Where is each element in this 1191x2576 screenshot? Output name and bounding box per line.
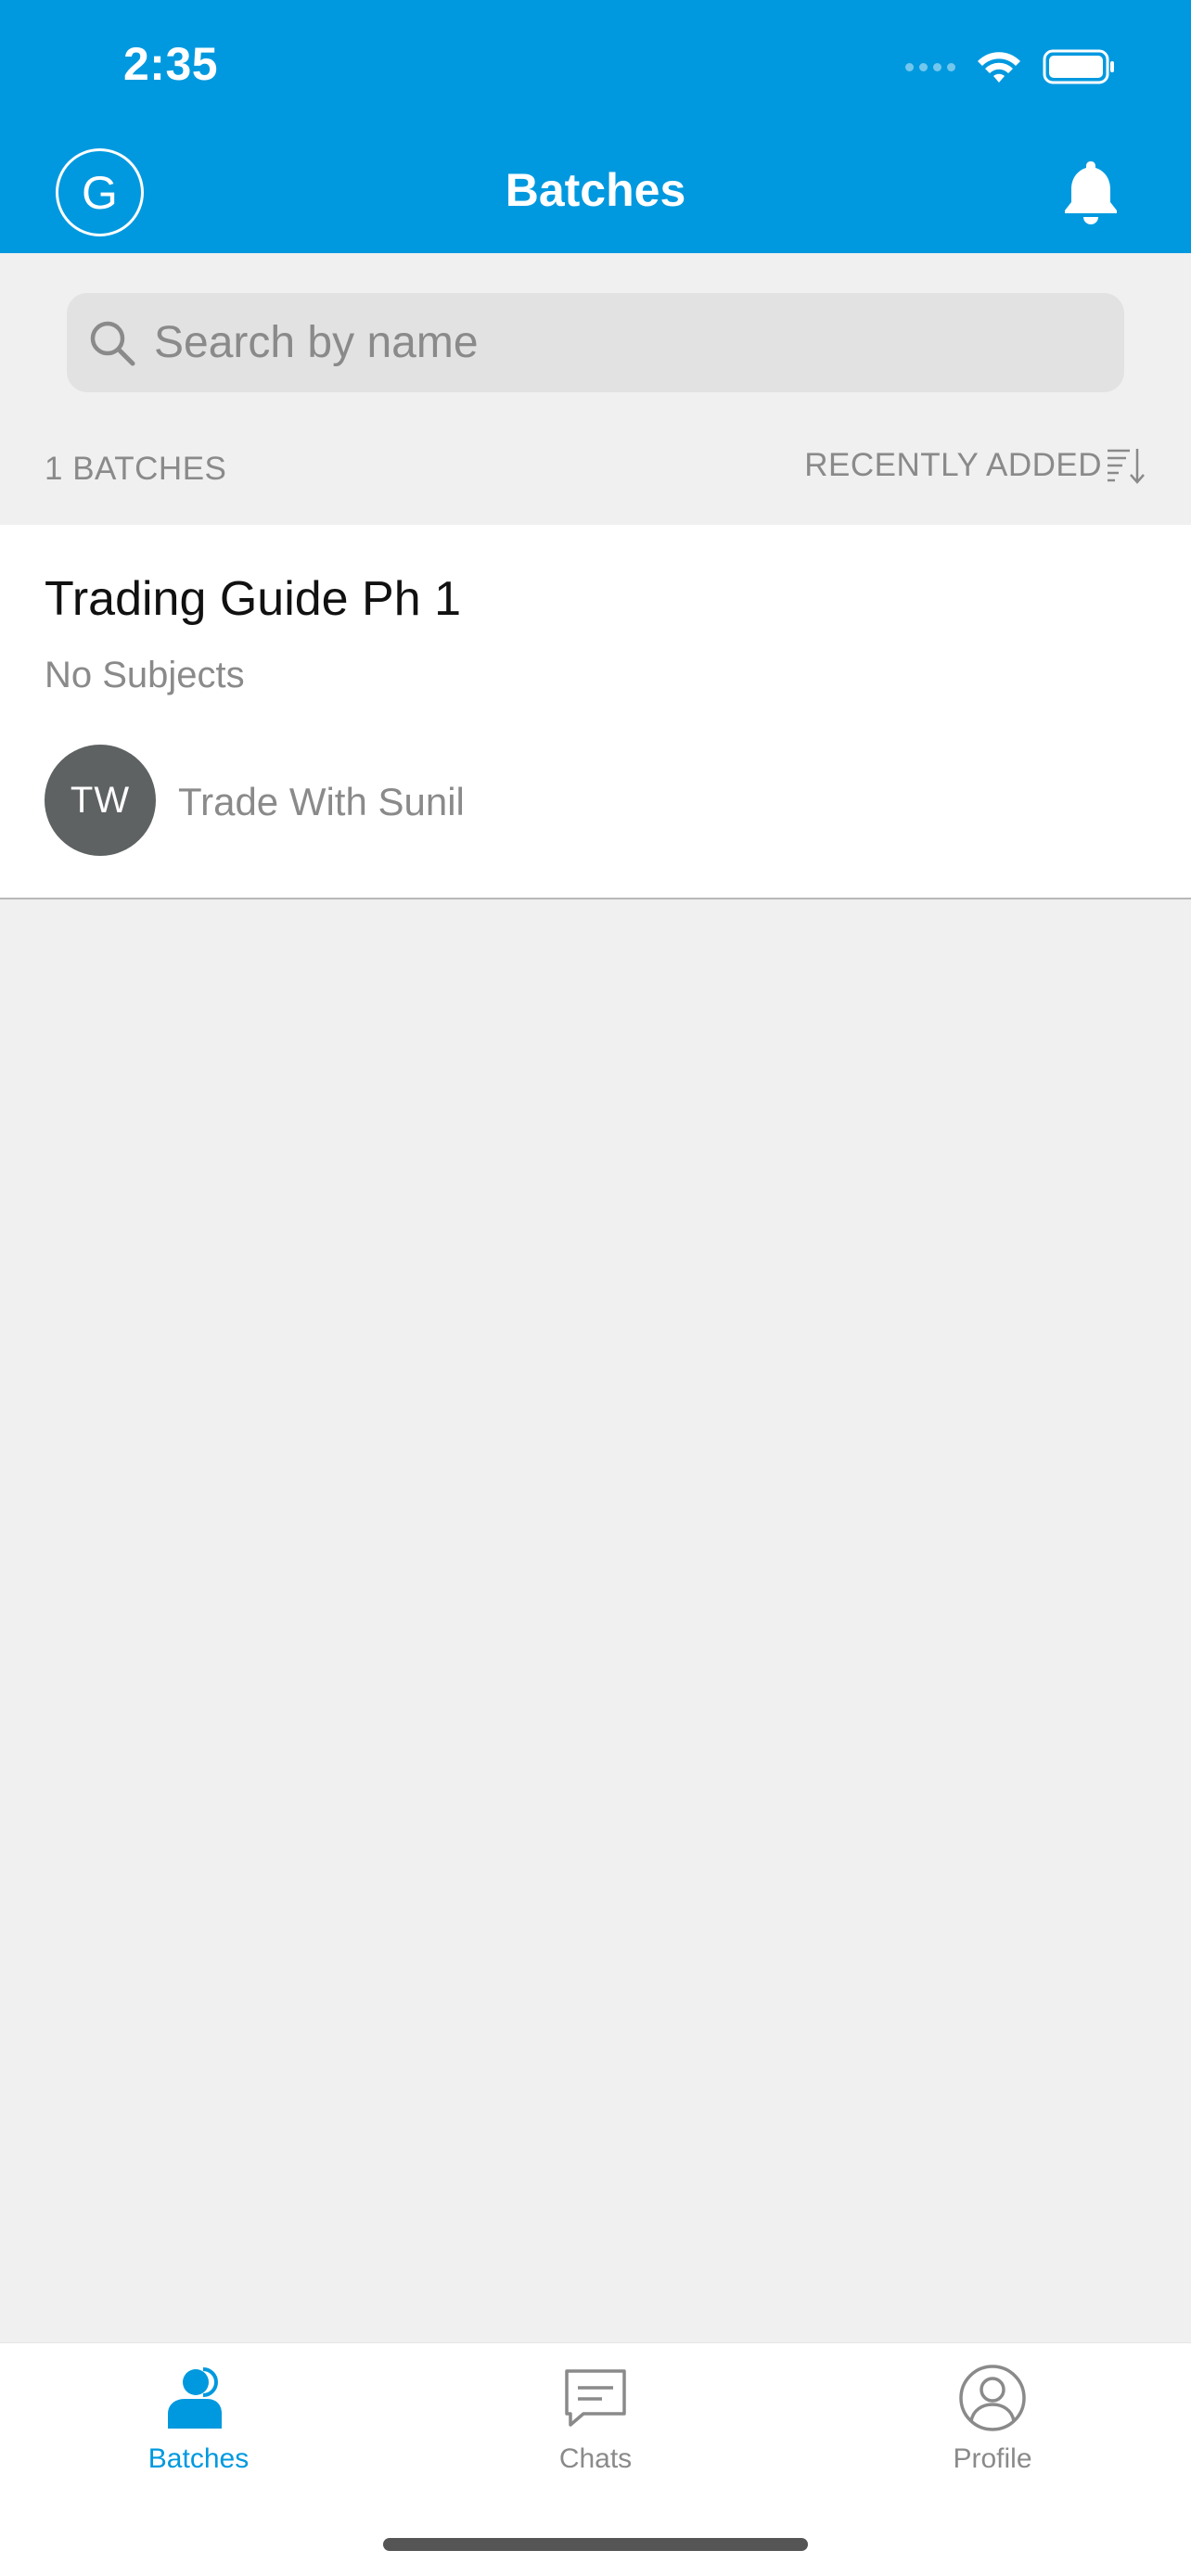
profile-icon: [959, 2365, 1026, 2431]
chat-icon: [565, 2369, 626, 2427]
sort-button[interactable]: RECENTLY ADDED: [804, 445, 1146, 486]
tab-profile[interactable]: Profile: [881, 2364, 1104, 2484]
search-icon: [90, 321, 135, 365]
tab-chats[interactable]: Chats: [484, 2364, 707, 2484]
app-header: 2:35 G Batches: [0, 0, 1191, 253]
tab-batches[interactable]: Batches: [87, 2364, 310, 2484]
battery-icon: [1043, 49, 1114, 84]
search-input[interactable]: [154, 317, 1082, 368]
users-icon: [168, 2367, 222, 2429]
batches-screen: 2:35 G Batches Search by name 1 BATCHES …: [0, 0, 1191, 2576]
sort-descending-icon: [1108, 449, 1145, 484]
search-bar[interactable]: [67, 293, 1124, 392]
batch-card[interactable]: Trading Guide Ph 1 No Subjects TW Trade …: [0, 525, 1191, 899]
batch-title: Trading Guide Ph 1: [45, 572, 462, 626]
tab-label: Profile: [953, 2443, 1032, 2474]
batch-count-label: 1 BATCHES: [45, 451, 227, 487]
notification-bell-icon[interactable]: [1061, 158, 1121, 226]
wifi-icon: [978, 52, 1020, 83]
tab-label: Batches: [147, 2443, 250, 2474]
status-time: 2:35: [123, 38, 219, 90]
owner-avatar: TW: [45, 745, 156, 856]
page-title: Batches: [505, 164, 686, 216]
cellular-signal-icon: [905, 62, 955, 71]
home-indicator: [383, 2538, 808, 2551]
status-icons: [905, 46, 1117, 87]
tab-label: Chats: [558, 2443, 633, 2474]
owner-name: Trade With Sunil: [178, 780, 465, 823]
sort-label: RECENTLY ADDED: [804, 447, 1102, 483]
batch-subtitle: No Subjects: [45, 655, 245, 695]
